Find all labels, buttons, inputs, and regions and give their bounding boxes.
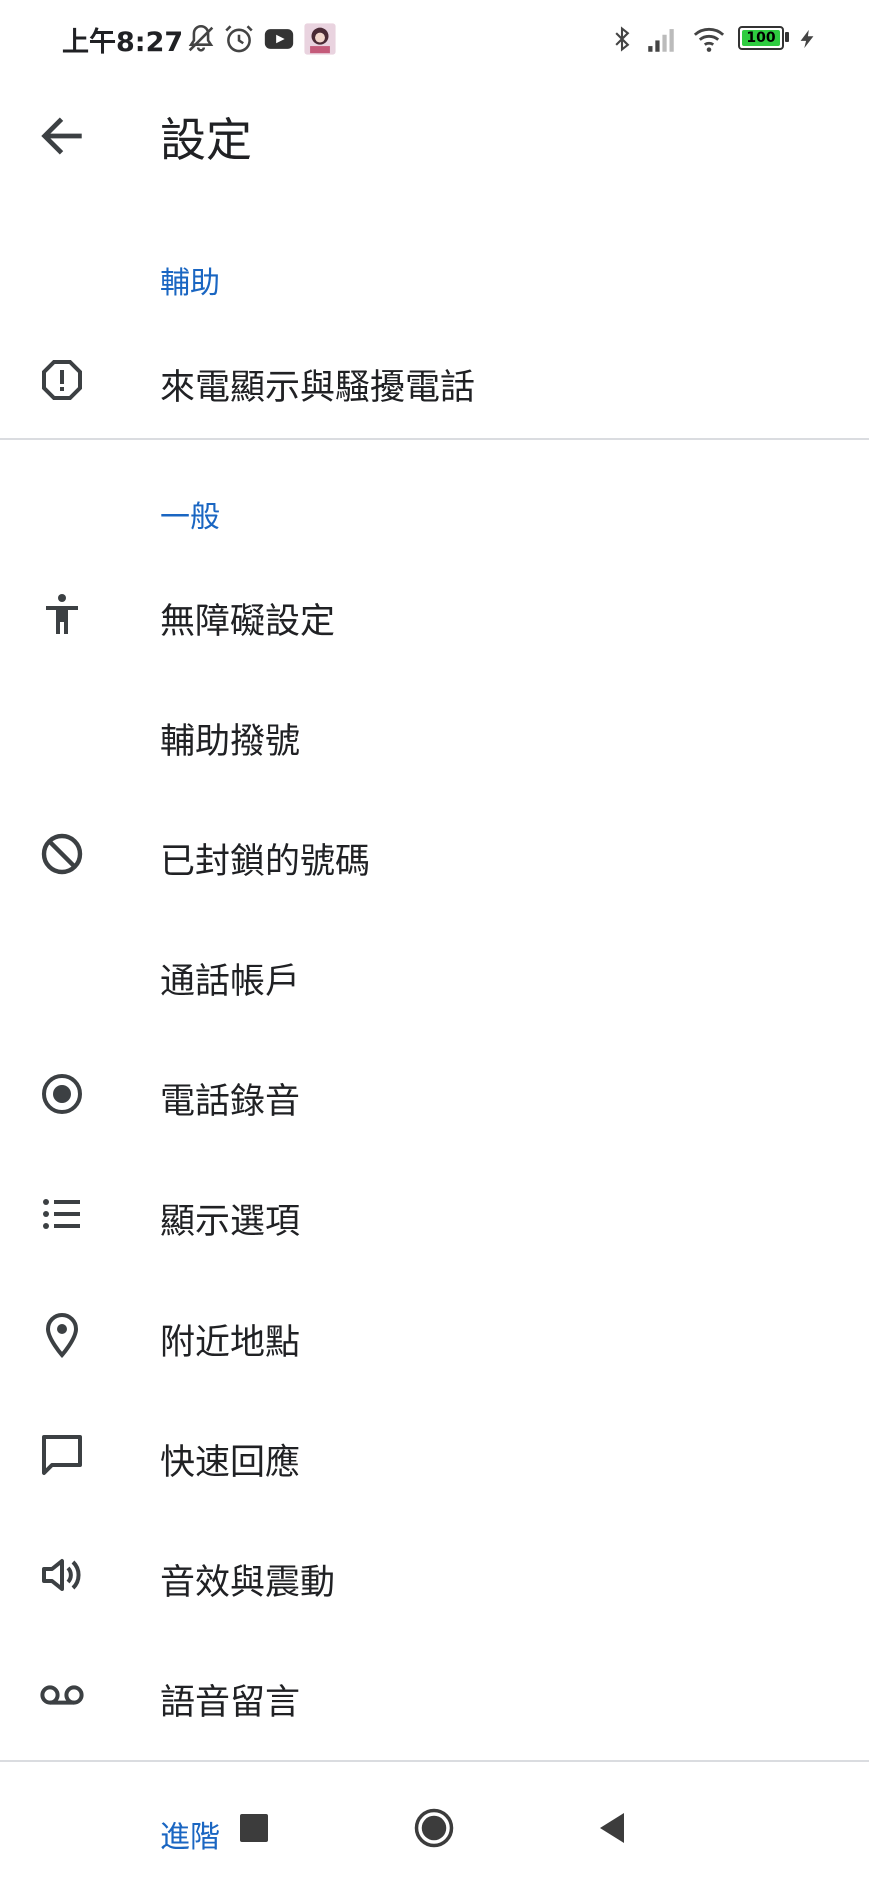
app-bar: 設定 — [0, 80, 869, 190]
mute-icon — [184, 22, 218, 56]
settings-item-label: 來電顯示與騷擾電話 — [160, 368, 476, 408]
battery-icon: 100 — [738, 26, 784, 50]
settings-item-label: 附近地點 — [160, 1323, 301, 1363]
voicemail-icon — [38, 1671, 86, 1719]
advanced-link[interactable]: 進階 — [160, 1812, 220, 1856]
status-bar: 上午8:27 100 — [0, 0, 869, 80]
nav-back-button[interactable] — [597, 1810, 627, 1846]
settings-item-label: 輔助撥號 — [160, 722, 301, 762]
section-header-assist: 輔助 — [160, 266, 220, 301]
recents-button[interactable] — [240, 1814, 268, 1842]
settings-item-sounds-vibration[interactable]: 音效與震動 — [0, 1520, 869, 1630]
youtube-icon — [262, 22, 296, 56]
list-icon — [38, 1190, 86, 1238]
section-header-general: 一般 — [160, 500, 220, 535]
settings-item-quick-responses[interactable]: 快速回應 — [0, 1400, 869, 1510]
location-pin-icon — [38, 1311, 86, 1359]
settings-item-label: 電話錄音 — [160, 1082, 301, 1122]
alarm-icon — [222, 22, 256, 56]
avatar — [303, 22, 337, 56]
bottom-divider — [0, 1760, 869, 1762]
block-icon — [38, 830, 86, 878]
bluetooth-icon — [608, 22, 636, 56]
back-arrow-icon[interactable] — [36, 110, 88, 162]
wifi-icon — [692, 22, 726, 56]
settings-item-call-recording[interactable]: 電話錄音 — [0, 1039, 869, 1149]
settings-item-label: 音效與震動 — [160, 1563, 336, 1603]
settings-item-nearby-places[interactable]: 附近地點 — [0, 1280, 869, 1390]
signal-icon — [644, 22, 678, 56]
settings-item-label: 無障礙設定 — [160, 602, 336, 642]
settings-item-accessibility[interactable]: 無障礙設定 — [0, 559, 869, 669]
settings-item-label: 通話帳戶 — [160, 962, 301, 1002]
settings-item-caller-id-spam[interactable]: 來電顯示與騷擾電話 — [0, 325, 869, 435]
settings-item-voicemail[interactable]: 語音留言 — [0, 1640, 869, 1750]
alert-octagon-icon — [38, 356, 86, 404]
page-title: 設定 — [160, 113, 252, 167]
chat-bubble-icon — [38, 1431, 86, 1479]
accessibility-icon — [38, 590, 86, 638]
settings-item-display-options[interactable]: 顯示選項 — [0, 1159, 869, 1269]
settings-item-blocked-numbers[interactable]: 已封鎖的號碼 — [0, 799, 869, 909]
section-divider — [0, 438, 869, 440]
volume-icon — [38, 1551, 86, 1599]
home-button[interactable] — [413, 1807, 455, 1849]
settings-item-calling-accounts[interactable]: 通話帳戶 — [0, 919, 869, 1029]
settings-item-label: 顯示選項 — [160, 1202, 301, 1242]
settings-item-assisted-dialing[interactable]: 輔助撥號 — [0, 679, 869, 789]
settings-item-label: 語音留言 — [160, 1683, 301, 1723]
battery-level: 100 — [746, 30, 776, 46]
settings-item-label: 快速回應 — [160, 1443, 301, 1483]
settings-item-label: 已封鎖的號碼 — [160, 842, 371, 882]
record-icon — [38, 1070, 86, 1118]
charging-icon — [796, 22, 818, 56]
status-time: 上午8:27 — [62, 27, 184, 58]
